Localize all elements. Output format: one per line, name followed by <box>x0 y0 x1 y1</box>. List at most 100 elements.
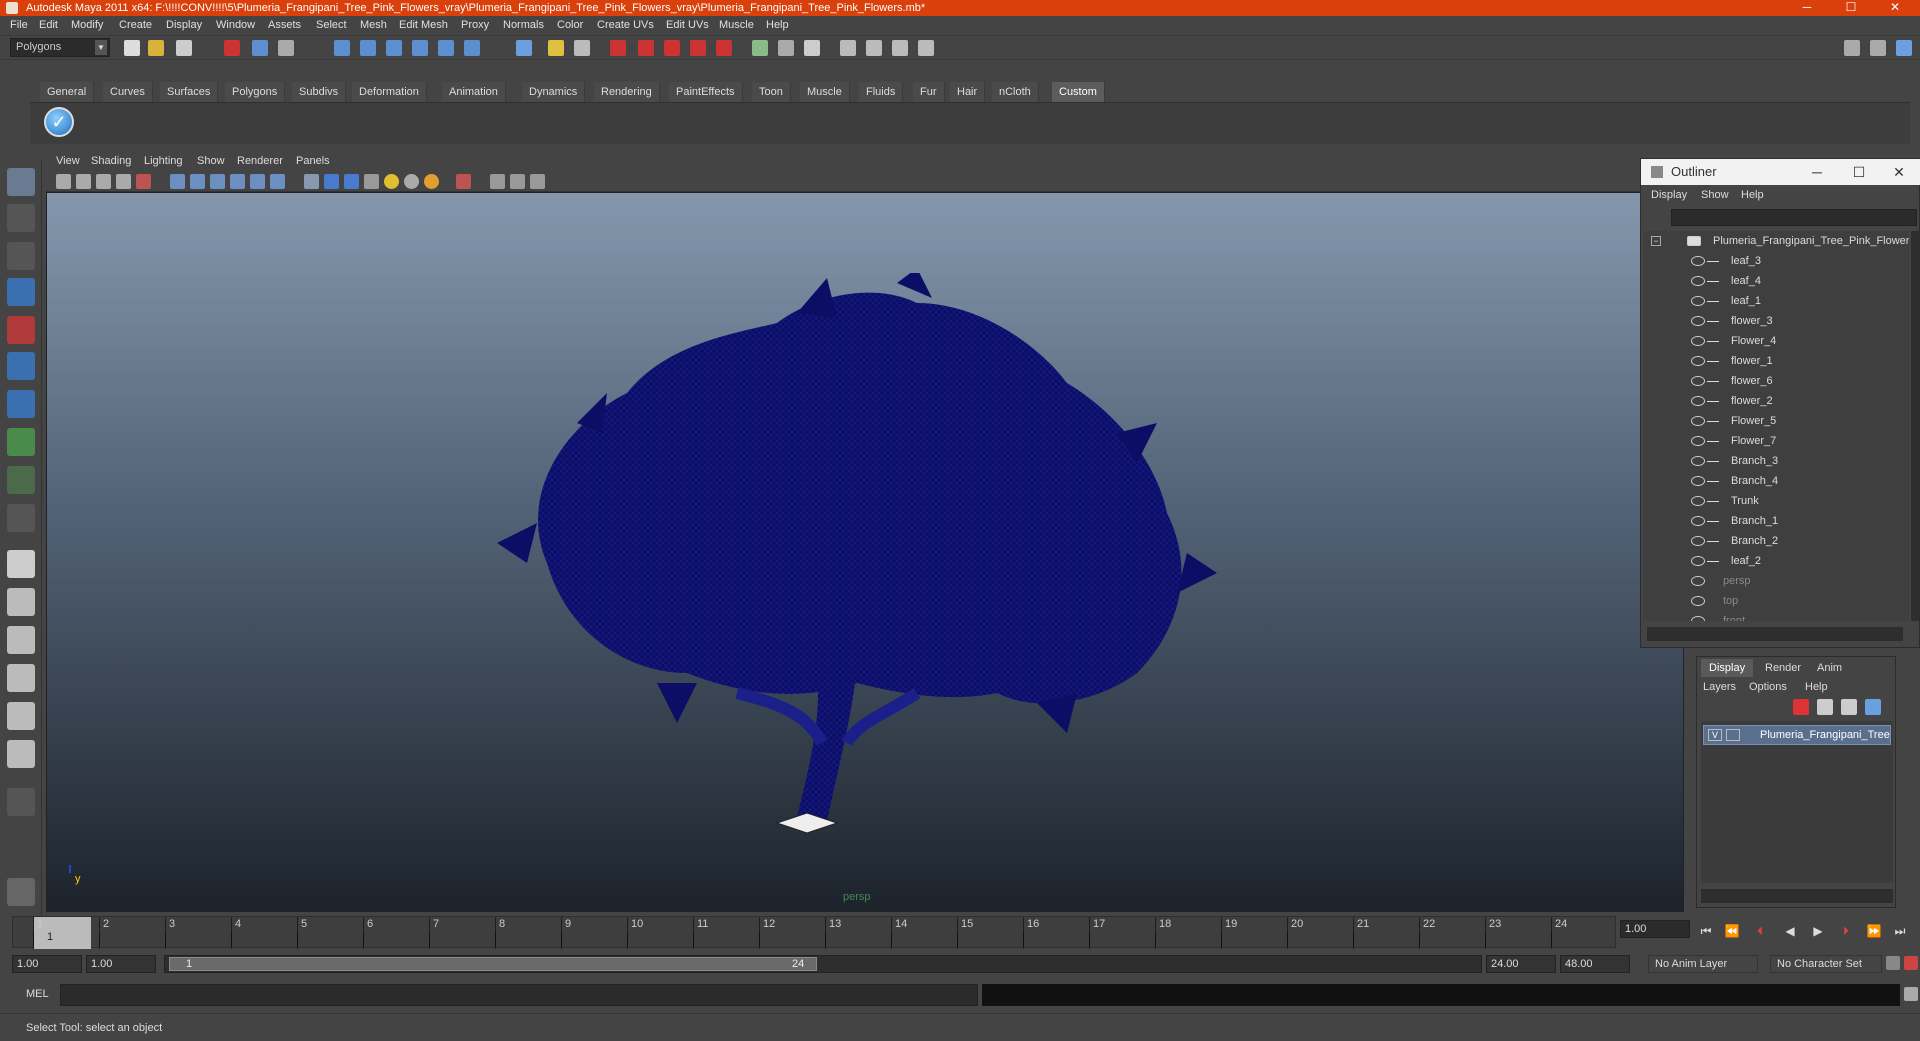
select-component-icon[interactable] <box>278 40 294 56</box>
menu-window[interactable]: Window <box>216 19 255 31</box>
menu-select[interactable]: Select <box>316 19 347 31</box>
shelf-tab-general[interactable]: General <box>40 82 95 102</box>
outliner-item-branch-1[interactable]: Branch_1 <box>1643 511 1909 531</box>
move-layer-down-icon[interactable] <box>1865 699 1881 715</box>
persp-outliner-layout-icon[interactable] <box>7 626 35 654</box>
select-tool-icon[interactable] <box>7 168 35 196</box>
tab-display-layers[interactable]: Display <box>1701 659 1754 677</box>
shelf-tab-surfaces[interactable]: Surfaces <box>160 82 219 102</box>
outliner-item-leaf-1[interactable]: leaf_1 <box>1643 291 1909 311</box>
default-light-icon[interactable] <box>384 174 399 189</box>
outliner-item-top[interactable]: top <box>1643 591 1909 611</box>
shelf-tab-deformation[interactable]: Deformation <box>352 82 427 102</box>
script-editor-layout-icon[interactable] <box>7 740 35 768</box>
open-scene-icon[interactable] <box>148 40 164 56</box>
shelf-tab-hair[interactable]: Hair <box>950 82 986 102</box>
smooth-shade-icon[interactable] <box>324 174 339 189</box>
safe-title-icon[interactable] <box>270 174 285 189</box>
hypershade-layout-icon[interactable] <box>7 702 35 730</box>
outliner-item-front[interactable]: front <box>1643 611 1909 621</box>
menu-file[interactable]: File <box>10 19 28 31</box>
playback-start-field[interactable]: 1.00 <box>86 955 156 973</box>
attribute-editor-icon[interactable] <box>778 40 794 56</box>
animation-start-field[interactable]: 1.00 <box>12 955 82 973</box>
range-slider-handle[interactable]: 1 24 <box>169 957 817 971</box>
image-plane-icon[interactable] <box>116 174 131 189</box>
shelf-tab-fluids[interactable]: Fluids <box>859 82 904 102</box>
wireframe-on-shaded-icon[interactable] <box>344 174 359 189</box>
anim-prefs-icon[interactable] <box>1904 956 1918 970</box>
safe-action-icon[interactable] <box>250 174 265 189</box>
outliner-horizontal-scrollbar[interactable] <box>1647 627 1903 641</box>
snap-point-icon[interactable] <box>386 40 402 56</box>
maximize-button[interactable]: ☐ <box>1834 0 1868 16</box>
resolution-gate-icon[interactable] <box>190 174 205 189</box>
outliner-item-flower-6[interactable]: flower_6 <box>1643 371 1909 391</box>
outliner-item-branch-3[interactable]: Branch_3 <box>1643 451 1909 471</box>
step-back-key-icon[interactable]: ⏪ <box>1724 924 1740 938</box>
script-language-label[interactable]: MEL <box>26 988 49 1000</box>
outliner-item-flower-3[interactable]: flower_3 <box>1643 311 1909 331</box>
go-to-end-icon[interactable]: ⏭ <box>1892 924 1908 938</box>
outliner-menu-show[interactable]: Show <box>1701 189 1729 201</box>
outliner-item-flower-1[interactable]: flower_1 <box>1643 351 1909 371</box>
shelf-tab-curves[interactable]: Curves <box>103 82 153 102</box>
sidebar-toggle-icon[interactable] <box>840 40 856 56</box>
help-icon[interactable] <box>516 40 532 56</box>
camera-attributes-icon[interactable] <box>76 174 91 189</box>
shelf-tab-ncloth[interactable]: nCloth <box>992 82 1039 102</box>
character-set-select[interactable]: No Character Set <box>1770 955 1882 973</box>
step-forward-frame-icon[interactable]: ⏵ <box>1838 924 1854 938</box>
menu-normals[interactable]: Normals <box>503 19 544 31</box>
snap-grid-icon[interactable] <box>334 40 350 56</box>
step-back-frame-icon[interactable]: ⏴ <box>1752 924 1768 938</box>
select-hierarchy-icon[interactable] <box>224 40 240 56</box>
script-editor-icon[interactable] <box>1904 987 1918 1001</box>
tool-settings-icon[interactable] <box>804 40 820 56</box>
layer-playback-toggle[interactable] <box>1726 729 1740 741</box>
layout-single-icon[interactable] <box>1844 40 1860 56</box>
viewport-menu-show[interactable]: Show <box>197 155 225 167</box>
menu-edit-uvs[interactable]: Edit UVs <box>666 19 709 31</box>
scale-tool-icon[interactable] <box>7 352 35 380</box>
step-forward-key-icon[interactable]: ⏩ <box>1866 924 1882 938</box>
layer-menu-help[interactable]: Help <box>1805 681 1828 693</box>
panel-toggle-icon[interactable] <box>892 40 908 56</box>
go-to-start-icon[interactable]: ⏮ <box>1698 924 1714 938</box>
lock-icon[interactable] <box>548 40 564 56</box>
command-input[interactable] <box>60 984 978 1006</box>
play-forward-icon[interactable]: ▶ <box>1810 924 1826 938</box>
viewport-menu-lighting[interactable]: Lighting <box>144 155 183 167</box>
shelf-tab-rendering[interactable]: Rendering <box>594 82 660 102</box>
time-slider[interactable]: 1 1 2 3 4 5 6 7 8 9 10 11 12 13 14 15 16… <box>12 916 1616 949</box>
outliner-item-trunk[interactable]: Trunk <box>1643 491 1909 511</box>
viewport-menu-panels[interactable]: Panels <box>296 155 330 167</box>
outliner-item-branch-4[interactable]: Branch_4 <box>1643 471 1909 491</box>
outliner-item-leaf-3[interactable]: leaf_3 <box>1643 251 1909 271</box>
shelf-tab-animation[interactable]: Animation <box>442 82 506 102</box>
outliner-item-flower-2[interactable]: flower_2 <box>1643 391 1909 411</box>
history-icon[interactable] <box>464 40 480 56</box>
show-manipulator-icon[interactable] <box>7 466 35 494</box>
outliner-item-branch-2[interactable]: Branch_2 <box>1643 531 1909 551</box>
menu-help[interactable]: Help <box>766 19 789 31</box>
outliner-root-row[interactable]: − Plumeria_Frangipani_Tree_Pink_Flowers <box>1643 231 1909 251</box>
outliner-item-leaf-2[interactable]: leaf_2 <box>1643 551 1909 571</box>
current-time-field[interactable]: 1.00 <box>1620 920 1690 938</box>
menu-mesh[interactable]: Mesh <box>360 19 387 31</box>
rotate-tool-icon[interactable] <box>7 316 35 344</box>
outliner-item-flower-4[interactable]: Flower_4 <box>1643 331 1909 351</box>
minimize-button[interactable]: ─ <box>1790 0 1824 16</box>
shelf-tab-subdivs[interactable]: Subdivs <box>292 82 347 102</box>
menu-display[interactable]: Display <box>166 19 202 31</box>
range-slider[interactable]: 1 24 <box>164 955 1482 973</box>
layer-horizontal-scrollbar[interactable] <box>1701 889 1893 903</box>
outliner-item-leaf-4[interactable]: leaf_4 <box>1643 271 1909 291</box>
playback-end-field[interactable]: 24.00 <box>1486 955 1556 973</box>
snap-live-icon[interactable] <box>438 40 454 56</box>
lasso-tool-icon[interactable] <box>7 204 35 232</box>
render-settings-icon[interactable] <box>664 40 680 56</box>
camera-select-icon[interactable] <box>56 174 71 189</box>
collapse-toolbox-icon[interactable] <box>7 788 35 816</box>
menu-color[interactable]: Color <box>557 19 583 31</box>
